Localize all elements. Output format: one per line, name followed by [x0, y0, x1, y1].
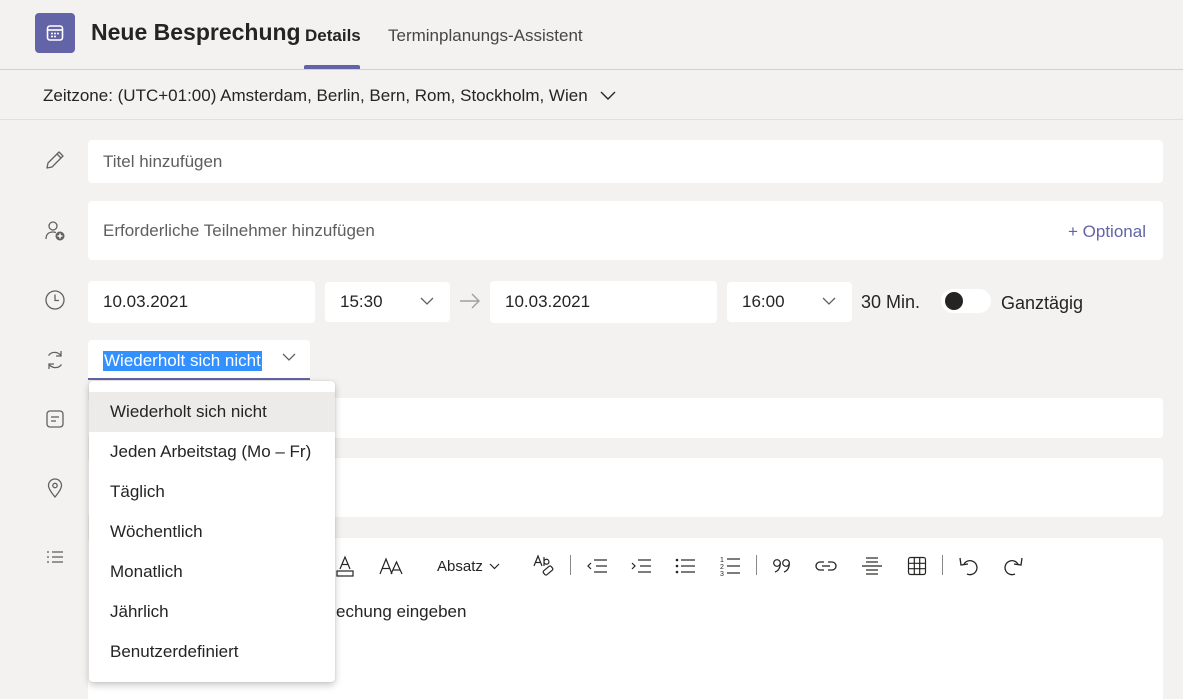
attendees-input[interactable]: Erforderliche Teilnehmer hinzufügen	[88, 201, 1163, 260]
repeat-option-custom[interactable]: Benutzerdefiniert	[89, 632, 335, 672]
optional-attendees-link[interactable]: + Optional	[1068, 222, 1146, 242]
svg-text:2: 2	[720, 564, 724, 571]
title-input[interactable]: Titel hinzufügen	[88, 140, 1163, 183]
repeat-icon	[43, 348, 67, 372]
start-date-input[interactable]: 10.03.2021	[88, 281, 315, 323]
horizontal-rule-icon[interactable]	[860, 554, 884, 578]
start-time-value: 15:30	[340, 292, 383, 311]
tab-scheduling-assistant[interactable]: Terminplanungs-Assistent	[388, 26, 583, 46]
location-icon	[43, 476, 67, 500]
end-time-value: 16:00	[742, 292, 785, 311]
calendar-icon	[46, 25, 64, 41]
toolbar-separator	[570, 555, 571, 575]
details-list-icon	[43, 545, 67, 569]
timezone-divider	[0, 119, 1183, 120]
calendar-app-icon	[35, 13, 75, 53]
font-color-icon[interactable]	[333, 554, 357, 578]
font-size-icon[interactable]	[378, 554, 404, 578]
repeat-dropdown-menu: Wiederholt sich nicht Jeden Arbeitstag (…	[89, 381, 335, 682]
repeat-option-none[interactable]: Wiederholt sich nicht	[89, 392, 335, 432]
page-title: Neue Besprechung	[91, 19, 301, 45]
add-person-icon	[43, 219, 67, 243]
repeat-select[interactable]: Wiederholt sich nicht	[88, 340, 310, 380]
repeat-option-weekly[interactable]: Wöchentlich	[89, 512, 335, 552]
repeat-option-daily[interactable]: Täglich	[89, 472, 335, 512]
end-time-select[interactable]: 16:00	[727, 282, 852, 322]
undo-icon[interactable]	[957, 554, 981, 578]
paragraph-style-label: Absatz	[437, 557, 483, 575]
header-divider	[0, 69, 1183, 70]
table-icon[interactable]	[905, 554, 929, 578]
timezone-selector[interactable]: Zeitzone: (UTC+01:00) Amsterdam, Berlin,…	[43, 86, 616, 106]
decrease-indent-icon[interactable]	[585, 554, 609, 578]
chevron-down-icon	[420, 297, 434, 305]
chevron-down-icon	[600, 91, 616, 100]
clock-icon	[43, 288, 67, 312]
svg-text:3: 3	[720, 571, 724, 577]
channel-icon	[43, 407, 67, 431]
toggle-knob	[945, 292, 963, 310]
duration-label: 30 Min.	[861, 292, 921, 312]
start-time-select[interactable]: 15:30	[325, 282, 450, 322]
svg-text:1: 1	[720, 557, 724, 564]
tab-details[interactable]: Details	[305, 26, 361, 46]
increase-indent-icon[interactable]	[629, 554, 653, 578]
quote-icon[interactable]	[771, 554, 793, 578]
arrow-right-icon	[459, 293, 481, 314]
pencil-icon	[43, 148, 67, 172]
timezone-label: Zeitzone: (UTC+01:00) Amsterdam, Berlin,…	[43, 86, 588, 105]
clear-formatting-icon[interactable]	[532, 554, 556, 578]
repeat-option-monthly[interactable]: Monatlich	[89, 552, 335, 592]
end-date-input[interactable]: 10.03.2021	[490, 281, 717, 323]
paragraph-style-select[interactable]: Absatz	[437, 554, 507, 578]
all-day-label: Ganztägig	[1001, 293, 1084, 313]
chevron-down-icon	[489, 563, 500, 569]
all-day-toggle[interactable]	[941, 289, 991, 313]
link-icon[interactable]	[814, 554, 838, 578]
chevron-down-icon	[822, 297, 836, 305]
repeat-option-weekdays[interactable]: Jeden Arbeitstag (Mo – Fr)	[89, 432, 335, 472]
repeat-selected-value: Wiederholt sich nicht	[103, 351, 262, 371]
bullet-list-icon[interactable]	[673, 554, 697, 578]
redo-icon[interactable]	[1001, 554, 1025, 578]
chevron-down-icon	[282, 353, 296, 361]
toolbar-separator	[942, 555, 943, 575]
numbered-list-icon[interactable]: 123	[718, 554, 742, 578]
toolbar-separator	[756, 555, 757, 575]
repeat-option-yearly[interactable]: Jährlich	[89, 592, 335, 632]
editor-placeholder: echung eingeben	[336, 602, 467, 621]
